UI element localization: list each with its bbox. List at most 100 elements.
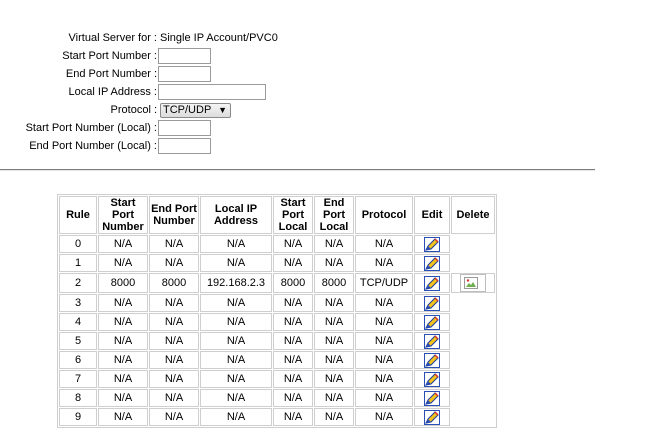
cell-end-port-local: N/A (314, 408, 354, 426)
cell-start-port: N/A (98, 408, 148, 426)
cell-delete-empty (451, 351, 495, 369)
table-row: 4 N/A N/A N/A N/A N/A N/A (59, 313, 495, 331)
end-port-row: End Port Number : (0, 65, 211, 83)
cell-delete-empty (451, 254, 495, 272)
cell-start-port-local: N/A (273, 408, 313, 426)
cell-end-port-local: N/A (314, 294, 354, 312)
edit-pencil-icon[interactable] (424, 255, 440, 271)
cell-edit (414, 408, 450, 426)
cell-rule: 9 (59, 408, 97, 426)
protocol-label: Protocol : (110, 104, 157, 116)
cell-end-port-local: N/A (314, 389, 354, 407)
cell-protocol: N/A (355, 389, 413, 407)
header-rule: Rule (59, 196, 97, 234)
cell-end-port: N/A (149, 408, 199, 426)
virtual-server-value: Single IP Account/PVC0 (160, 32, 278, 44)
cell-end-port-local: N/A (314, 370, 354, 388)
cell-protocol: N/A (355, 235, 413, 253)
cell-end-port: N/A (149, 332, 199, 350)
cell-local-ip: N/A (200, 389, 272, 407)
broken-image-icon[interactable] (460, 274, 486, 292)
edit-pencil-icon[interactable] (424, 236, 440, 252)
cell-start-port-local: N/A (273, 370, 313, 388)
cell-edit (414, 351, 450, 369)
start-port-input[interactable] (158, 48, 211, 64)
start-port-local-input[interactable] (158, 120, 211, 136)
cell-start-port-local: N/A (273, 294, 313, 312)
table-row: 6 N/A N/A N/A N/A N/A N/A (59, 351, 495, 369)
cell-end-port-local: N/A (314, 332, 354, 350)
edit-pencil-icon[interactable] (424, 371, 440, 387)
cell-protocol: N/A (355, 254, 413, 272)
local-ip-input[interactable] (158, 84, 266, 100)
cell-start-port-local: N/A (273, 235, 313, 253)
table-row: 1 N/A N/A N/A N/A N/A N/A (59, 254, 495, 272)
cell-start-port-local: N/A (273, 389, 313, 407)
cell-start-port: N/A (98, 332, 148, 350)
cell-start-port: N/A (98, 389, 148, 407)
end-port-input[interactable] (158, 66, 211, 82)
cell-rule: 5 (59, 332, 97, 350)
header-start-port: Start Port Number (98, 196, 148, 234)
cell-rule: 8 (59, 389, 97, 407)
dropdown-arrow-icon: ▼ (218, 104, 227, 115)
protocol-selected-value: TCP/UDP (163, 104, 212, 116)
protocol-select[interactable]: TCP/UDP ▼ (160, 102, 231, 118)
edit-pencil-icon[interactable] (424, 390, 440, 406)
edit-pencil-icon[interactable] (424, 275, 440, 291)
cell-local-ip: N/A (200, 351, 272, 369)
cell-start-port: N/A (98, 294, 148, 312)
cell-protocol: N/A (355, 332, 413, 350)
edit-pencil-icon[interactable] (424, 333, 440, 349)
cell-end-port: N/A (149, 254, 199, 272)
virtual-server-label: Virtual Server for : (68, 32, 157, 44)
cell-edit (414, 254, 450, 272)
table-row: 7 N/A N/A N/A N/A N/A N/A (59, 370, 495, 388)
cell-delete-empty (451, 235, 495, 253)
cell-local-ip: N/A (200, 408, 272, 426)
cell-end-port: N/A (149, 235, 199, 253)
start-port-local-row: Start Port Number (Local) : (0, 119, 211, 137)
cell-start-port-local: N/A (273, 332, 313, 350)
cell-edit (414, 294, 450, 312)
table-row: 5 N/A N/A N/A N/A N/A N/A (59, 332, 495, 350)
header-end-port: End Port Number (149, 196, 199, 234)
section-divider (0, 169, 595, 171)
cell-start-port: N/A (98, 235, 148, 253)
cell-start-port-local: N/A (273, 254, 313, 272)
edit-pencil-icon[interactable] (424, 314, 440, 330)
cell-rule: 2 (59, 273, 97, 293)
cell-start-port-local: N/A (273, 351, 313, 369)
cell-edit (414, 235, 450, 253)
edit-pencil-icon[interactable] (424, 352, 440, 368)
end-port-local-input[interactable] (158, 138, 211, 154)
cell-rule: 1 (59, 254, 97, 272)
virtual-server-rules-table: Rule Start Port Number End Port Number L… (57, 194, 497, 428)
cell-delete-empty (451, 332, 495, 350)
header-edit: Edit (414, 196, 450, 234)
start-port-row: Start Port Number : (0, 47, 211, 65)
edit-pencil-icon[interactable] (424, 295, 440, 311)
cell-local-ip: N/A (200, 294, 272, 312)
cell-local-ip: N/A (200, 332, 272, 350)
header-start-port-local: Start Port Local (273, 196, 313, 234)
cell-local-ip: N/A (200, 235, 272, 253)
cell-end-port: N/A (149, 370, 199, 388)
end-port-label: End Port Number : (65, 68, 157, 80)
header-protocol: Protocol (355, 196, 413, 234)
cell-edit (414, 273, 450, 293)
cell-end-port: N/A (149, 294, 199, 312)
cell-rule: 7 (59, 370, 97, 388)
cell-edit (414, 370, 450, 388)
virtual-server-row: Virtual Server for : Single IP Account/P… (0, 29, 278, 47)
cell-start-port: 8000 (98, 273, 148, 293)
cell-delete-empty (451, 408, 495, 426)
table-row: 8 N/A N/A N/A N/A N/A N/A (59, 389, 495, 407)
cell-local-ip: 192.168.2.3 (200, 273, 272, 293)
cell-start-port: N/A (98, 351, 148, 369)
protocol-row: Protocol : TCP/UDP ▼ (0, 101, 231, 119)
cell-local-ip: N/A (200, 254, 272, 272)
header-end-port-local: End Port Local (314, 196, 354, 234)
edit-pencil-icon[interactable] (424, 409, 440, 425)
cell-end-port-local: N/A (314, 254, 354, 272)
